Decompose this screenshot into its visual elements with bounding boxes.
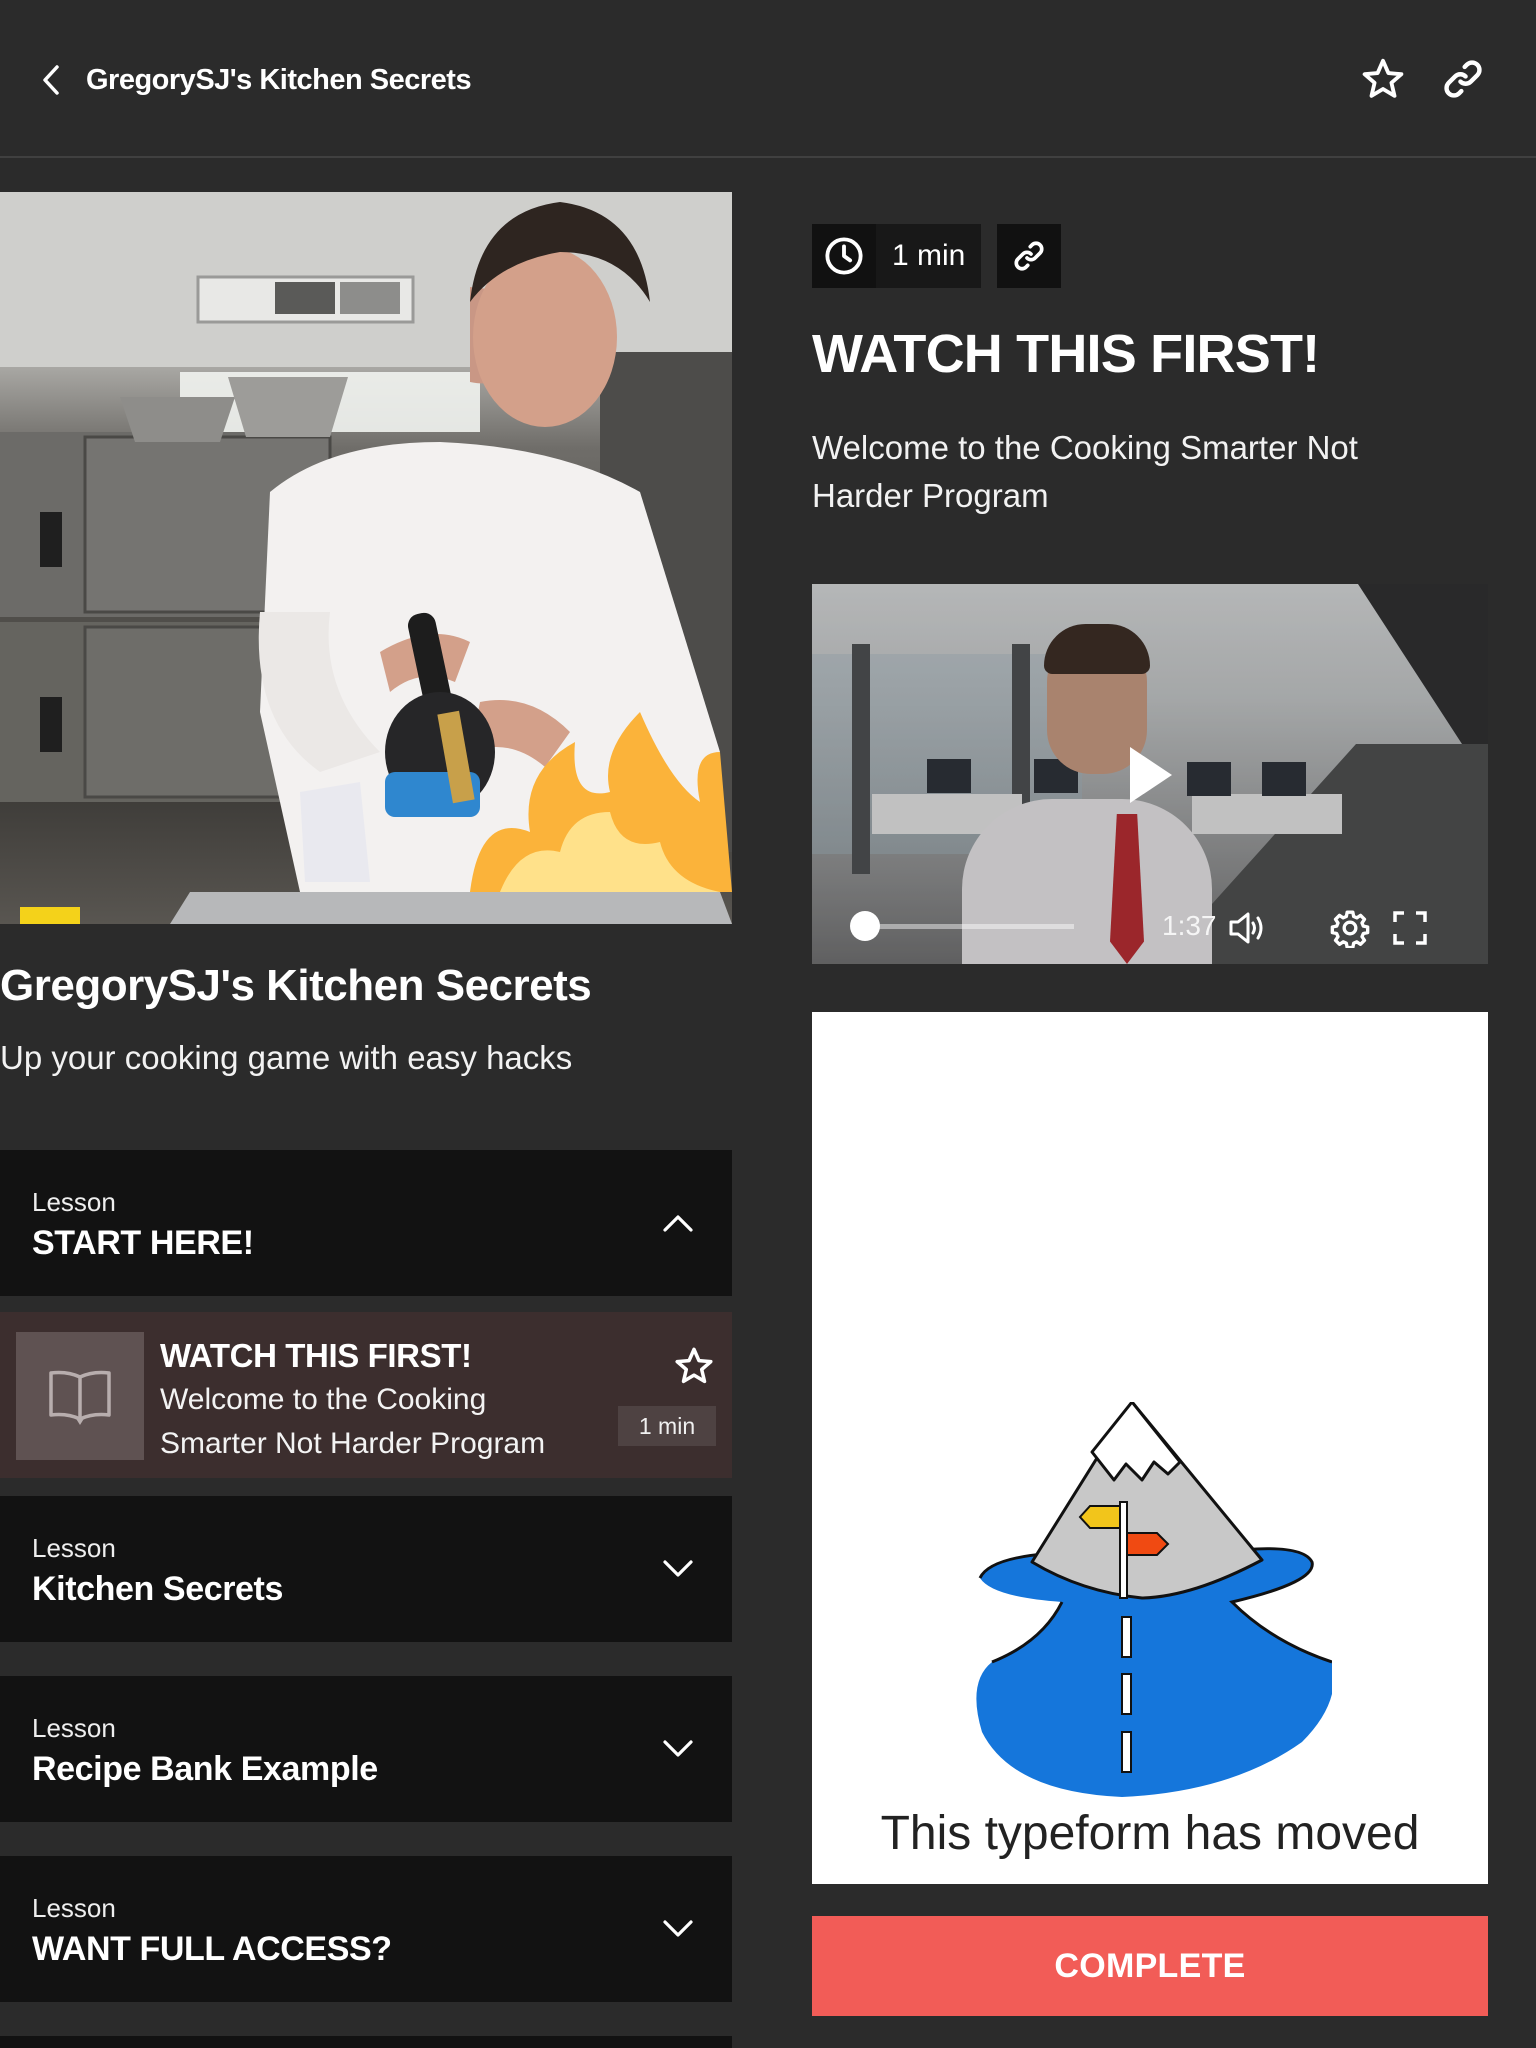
fullscreen-icon (1393, 911, 1427, 945)
link-icon (1444, 60, 1482, 98)
lesson-name: START HERE! (32, 1224, 254, 1262)
chevron-down-icon (663, 1920, 693, 1937)
course-title: GregorySJ's Kitchen Secrets (0, 961, 592, 1010)
star-icon (675, 1347, 713, 1384)
lesson-description: Welcome to the Cooking Smarter Not Harde… (812, 429, 1358, 514)
lesson-title: WATCH THIS FIRST! (812, 324, 1320, 384)
chevron-down-icon (663, 1740, 693, 1757)
clock-icon-box (812, 224, 876, 288)
lesson-header-want-full-access[interactable]: Lesson WANT FULL ACCESS? (0, 1856, 732, 2002)
lesson-name: WANT FULL ACCESS? (32, 1930, 392, 1968)
back-button[interactable] (36, 60, 66, 100)
copy-link-button[interactable] (1438, 54, 1488, 104)
star-icon (1362, 58, 1404, 98)
settings-gear-icon (1330, 910, 1370, 948)
lesson-header-next[interactable] (0, 2036, 732, 2048)
seek-bar[interactable] (862, 924, 1074, 929)
lesson-meta-row: 1 min (812, 224, 1062, 288)
seek-handle[interactable] (850, 911, 880, 941)
settings-button[interactable] (1330, 908, 1370, 948)
back-chevron-icon (43, 65, 59, 95)
expand-toggle[interactable] (660, 1551, 696, 1587)
expand-toggle[interactable] (660, 1911, 696, 1947)
lesson-item-description: Welcome to the Cooking Smarter Not Harde… (160, 1383, 546, 1460)
lesson-header-recipe-bank-example[interactable]: Lesson Recipe Bank Example (0, 1676, 732, 1822)
lesson-item-watch-this-first[interactable]: WATCH THIS FIRST! Welcome to the Cooking… (0, 1312, 732, 1478)
lesson-kicker: Lesson (32, 1187, 116, 1217)
duration-badge: 1 min (812, 224, 982, 288)
typeform-embed: This typeform has moved (812, 1012, 1488, 1884)
lesson-header-start-here[interactable]: Lesson START HERE! (0, 1150, 732, 1296)
course-subtitle: Up your cooking game with easy hacks (0, 1039, 573, 1076)
chef-photo-illustration (0, 192, 732, 924)
top-bar: GregorySJ's Kitchen Secrets (0, 0, 1536, 158)
video-time: 1:37 (1162, 910, 1217, 941)
favorite-button[interactable] (1358, 54, 1408, 104)
course-cover-image (0, 192, 732, 924)
duration-text: 1 min (892, 239, 966, 272)
play-icon[interactable] (1130, 747, 1172, 803)
volume-icon (1229, 912, 1263, 944)
chevron-up-icon (663, 1215, 693, 1232)
clock-icon (825, 237, 863, 275)
lesson-item-title: WATCH THIS FIRST! (160, 1337, 472, 1374)
lesson-duration-badge: 1 min (618, 1406, 716, 1446)
link-icon (1014, 241, 1044, 271)
video-player[interactable]: 1:37 (812, 584, 1488, 964)
mountain-road-illustration (976, 1402, 1332, 1797)
page-title: GregorySJ's Kitchen Secrets (86, 64, 472, 96)
lesson-kicker: Lesson (32, 1533, 116, 1563)
expand-toggle[interactable] (660, 1731, 696, 1767)
fullscreen-button[interactable] (1390, 908, 1430, 948)
book-icon (49, 1370, 111, 1425)
lesson-favorite-button[interactable] (672, 1344, 716, 1388)
volume-button[interactable] (1228, 908, 1268, 948)
lesson-kicker: Lesson (32, 1893, 116, 1923)
copy-lesson-link-button[interactable] (997, 224, 1062, 288)
lesson-name: Kitchen Secrets (32, 1570, 283, 1608)
typeform-moved-message: This typeform has moved (880, 1807, 1420, 1860)
video-controls: 1:37 (812, 874, 1488, 964)
complete-button[interactable]: COMPLETE (812, 1916, 1488, 2016)
lesson-name: Recipe Bank Example (32, 1750, 378, 1788)
collapse-toggle[interactable] (660, 1205, 696, 1241)
lesson-header-kitchen-secrets[interactable]: Lesson Kitchen Secrets (0, 1496, 732, 1642)
lesson-kicker: Lesson (32, 1713, 116, 1743)
lesson-thumbnail (16, 1332, 144, 1460)
chevron-down-icon (663, 1560, 693, 1577)
